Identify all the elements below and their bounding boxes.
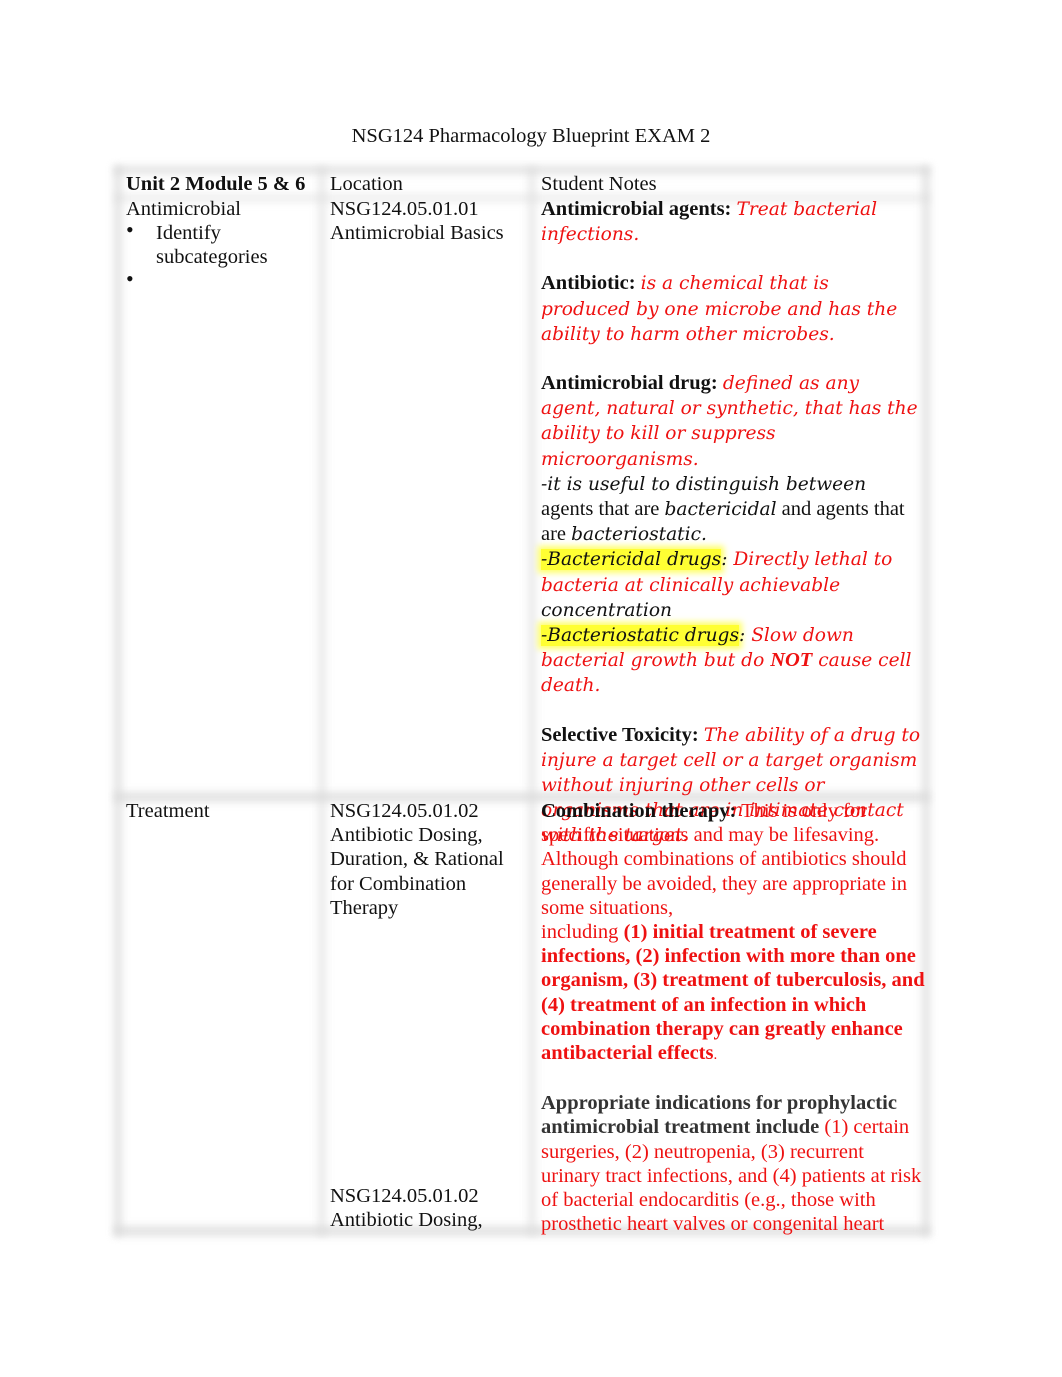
table-row-2-location: NSG124.05.01.02 Antibiotic Dosing, Durat… [330,799,530,920]
note-antimicrobial-drug: Antimicrobial drug: defined as any agent… [541,371,923,472]
table-row-2-notes: Combination therapy: This is only for sp… [541,799,926,1236]
note-prophylactic: Appropriate indications for prophylactic… [541,1091,926,1236]
highlighted-term: -Bactericidal drugs [541,549,722,571]
table-row-1-location: NSG124.05.01.01 Antimicrobial Basics [330,197,530,245]
page-title: NSG124 Pharmacology Blueprint EXAM 2 [351,125,711,147]
term-label: Antimicrobial drug: [541,372,718,395]
note-bactericidal: -Bactericidal drugs: Directly lethal to … [541,547,923,623]
text-fragment: agents that are [541,498,665,521]
table-row-1-notes: Antimicrobial agents: Treat bacterial in… [541,197,923,849]
note-bacteriostatic: -Bacteriostatic drugs: Slow down bacteri… [541,623,923,699]
header-student-notes: Student Notes [541,173,657,195]
bullet-item: Identify subcategories [126,218,316,269]
location-code: NSG124.05.01.01 [330,198,479,220]
table-row-2-topic: Treatment [126,800,210,822]
location-title: Antibiotic Dosing, Duration, & Rational … [330,824,504,919]
note-combination-therapy: Combination therapy: This is only for sp… [541,799,926,1067]
bullet-item-empty [126,267,316,294]
blueprint-table: Unit 2 Module 5 & 6 Location Student Not… [114,166,930,1236]
table-border-left [114,166,122,1236]
note-antimicrobial-agents: Antimicrobial agents: Treat bacterial in… [541,197,923,247]
location-title: Antimicrobial Basics [330,222,504,245]
location-title: Antibiotic Dosing, [330,1209,483,1232]
term-label: Antimicrobial agents: [541,198,732,220]
emphasis-not: NOT [770,649,813,672]
text-fragment: . [701,524,707,546]
highlighted-term: -Bacteriostatic drugs [541,625,740,647]
note-antibiotic: Antibiotic: is a chemical that is produc… [541,271,923,347]
text-fragment: concentration [541,599,673,621]
text-fragment: including [541,921,624,944]
location-code: NSG124.05.01.02 [330,1185,479,1207]
text-fragment: . [713,1047,718,1064]
column-divider-2 [528,166,536,1236]
header-unit: Unit 2 Module 5 & 6 [126,173,306,195]
topic-label: Antimicrobial [126,198,242,220]
column-divider-1 [318,166,326,1236]
note-distinguish: -it is useful to distinguish between age… [541,472,923,548]
text-fragment: bacteriostatic [571,524,701,546]
text-fragment: -it is useful to distinguish between [541,473,867,495]
term-label: Selective Toxicity: [541,723,699,746]
text-fragment: bactericidal [664,499,777,521]
table-row-1-topic: Antimicrobial Identify subcategories [126,197,316,294]
topic-bullet-list: Identify subcategories [126,218,316,294]
location-code: NSG124.05.01.02 [330,800,479,822]
term-label: Combination therapy: [541,800,737,822]
term-label: Antibiotic: [541,272,636,295]
header-location: Location [330,173,403,195]
table-row-2-location-secondary: NSG124.05.01.02 Antibiotic Dosing, [330,1184,530,1232]
